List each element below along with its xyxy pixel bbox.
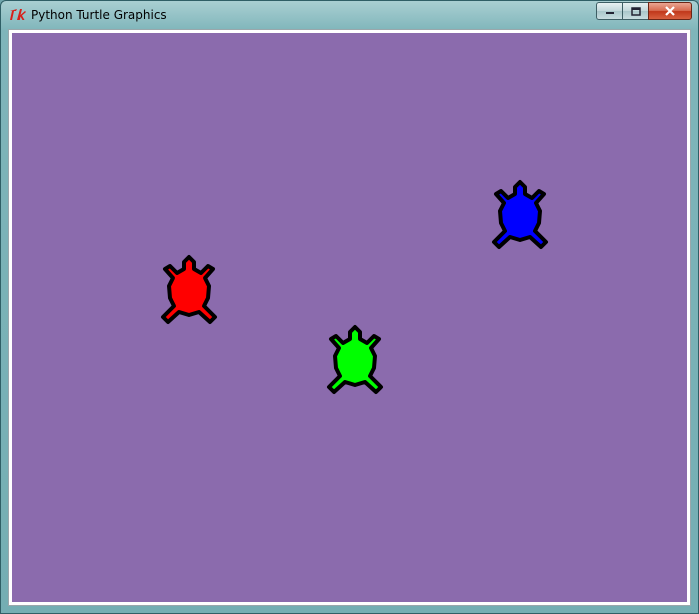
turtle-drawing <box>161 180 548 394</box>
red-turtle <box>161 255 217 324</box>
maximize-button[interactable] <box>622 2 648 20</box>
minimize-button[interactable] <box>596 2 622 20</box>
blue-turtle <box>492 180 548 249</box>
close-button[interactable] <box>648 2 692 20</box>
minimize-icon <box>605 12 614 14</box>
turtle-canvas[interactable] <box>12 33 687 602</box>
maximize-icon <box>630 6 641 16</box>
window-controls <box>596 2 692 21</box>
canvas-frame <box>8 29 691 606</box>
green-turtle <box>327 325 383 394</box>
tk-icon <box>10 9 26 20</box>
turtle-window: Python Turtle Graphics <box>0 0 699 614</box>
title-bar[interactable]: Python Turtle Graphics <box>1 1 698 29</box>
window-title: Python Turtle Graphics <box>31 8 167 22</box>
close-icon <box>665 6 675 16</box>
